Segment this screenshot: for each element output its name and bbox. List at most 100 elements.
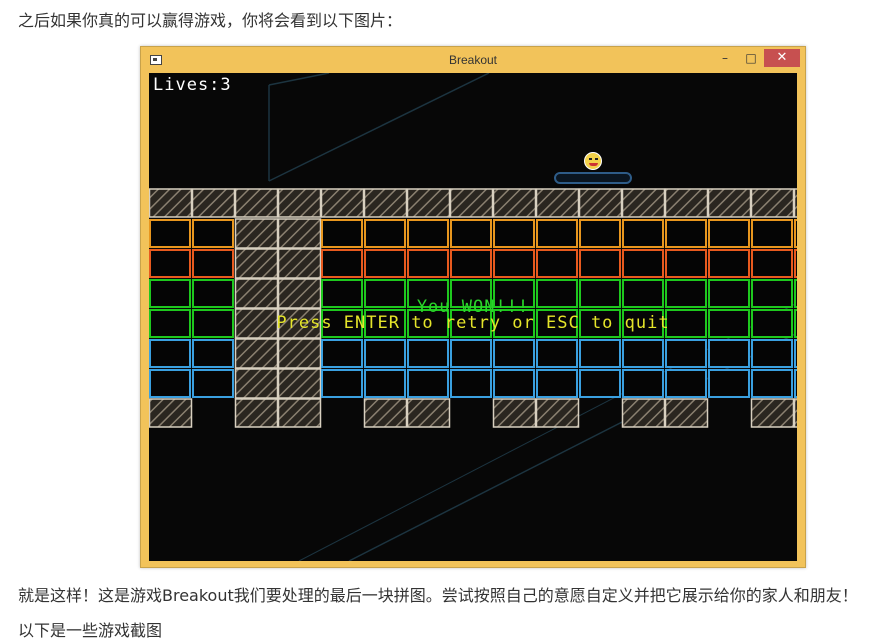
brick bbox=[665, 219, 707, 248]
solid-block bbox=[191, 188, 236, 218]
brick bbox=[751, 339, 793, 368]
close-button[interactable]: ✕ bbox=[764, 49, 800, 67]
minimize-button[interactable]: – bbox=[712, 49, 738, 67]
brick bbox=[364, 369, 406, 398]
brick bbox=[794, 219, 797, 248]
brick bbox=[149, 339, 191, 368]
brick bbox=[536, 369, 578, 398]
brick bbox=[579, 369, 621, 398]
maximize-button[interactable]: □ bbox=[738, 49, 764, 67]
brick bbox=[450, 249, 492, 278]
solid-block bbox=[664, 398, 709, 428]
brick bbox=[794, 369, 797, 398]
breakout-window: Breakout – □ ✕ Lives:3 You WON!!! Press … bbox=[140, 46, 806, 568]
brick bbox=[622, 339, 664, 368]
brick bbox=[622, 219, 664, 248]
brick bbox=[751, 219, 793, 248]
brick bbox=[450, 339, 492, 368]
brick bbox=[321, 369, 363, 398]
brick bbox=[493, 339, 535, 368]
solid-block bbox=[234, 338, 279, 369]
solid-block bbox=[277, 218, 322, 249]
brick bbox=[192, 369, 234, 398]
brick bbox=[708, 339, 750, 368]
solid-block bbox=[793, 188, 797, 218]
background-line bbox=[268, 73, 490, 182]
brick bbox=[407, 249, 449, 278]
brick bbox=[450, 369, 492, 398]
solid-block bbox=[363, 188, 408, 218]
solid-block bbox=[234, 368, 279, 399]
brick bbox=[407, 339, 449, 368]
solid-block bbox=[664, 188, 709, 218]
solid-block bbox=[535, 188, 580, 218]
brick bbox=[751, 369, 793, 398]
brick bbox=[794, 249, 797, 278]
brick bbox=[192, 339, 234, 368]
brick bbox=[493, 249, 535, 278]
brick bbox=[321, 249, 363, 278]
brick bbox=[708, 369, 750, 398]
solid-block bbox=[750, 398, 795, 428]
window-title: Breakout bbox=[448, 53, 498, 67]
intro-text: 之后如果你真的可以赢得游戏，你将会看到以下图片： bbox=[18, 11, 403, 30]
solid-block bbox=[492, 188, 537, 218]
solid-block bbox=[406, 188, 451, 218]
brick bbox=[536, 339, 578, 368]
solid-block bbox=[234, 218, 279, 249]
solid-block bbox=[492, 398, 537, 428]
solid-block bbox=[234, 398, 279, 428]
brick bbox=[622, 249, 664, 278]
brick bbox=[579, 249, 621, 278]
brick bbox=[708, 249, 750, 278]
solid-block bbox=[234, 188, 279, 218]
brick bbox=[579, 339, 621, 368]
brick bbox=[536, 249, 578, 278]
brick bbox=[364, 219, 406, 248]
brick bbox=[192, 249, 234, 278]
solid-block bbox=[277, 338, 322, 369]
brick bbox=[149, 219, 191, 248]
brick bbox=[493, 219, 535, 248]
brick bbox=[364, 249, 406, 278]
brick bbox=[665, 249, 707, 278]
solid-block bbox=[320, 188, 365, 218]
brick bbox=[622, 369, 664, 398]
solid-block bbox=[449, 188, 494, 218]
brick bbox=[708, 219, 750, 248]
solid-block bbox=[277, 398, 322, 428]
brick bbox=[450, 219, 492, 248]
solid-block bbox=[277, 188, 322, 218]
brick bbox=[407, 369, 449, 398]
brick bbox=[579, 219, 621, 248]
brick bbox=[149, 249, 191, 278]
solid-block bbox=[621, 188, 666, 218]
solid-block bbox=[578, 188, 623, 218]
background-line bbox=[268, 73, 330, 86]
solid-block bbox=[277, 368, 322, 399]
solid-block bbox=[149, 398, 193, 428]
brick bbox=[751, 249, 793, 278]
outro-text: 就是这样！这是游戏Breakout我们要处理的最后一块拼图。尝试按照自己的意愿自… bbox=[18, 586, 858, 605]
solid-block bbox=[621, 398, 666, 428]
brick bbox=[192, 219, 234, 248]
solid-block bbox=[149, 188, 193, 218]
solid-block bbox=[793, 398, 797, 428]
brick bbox=[493, 369, 535, 398]
solid-block bbox=[535, 398, 580, 428]
brick bbox=[321, 339, 363, 368]
face-ball bbox=[584, 152, 602, 170]
solid-block bbox=[277, 248, 322, 279]
solid-block bbox=[363, 398, 408, 428]
window-titlebar[interactable]: Breakout – □ ✕ bbox=[141, 47, 805, 73]
brick bbox=[407, 219, 449, 248]
brick bbox=[665, 369, 707, 398]
solid-block bbox=[234, 248, 279, 279]
brick bbox=[149, 369, 191, 398]
game-canvas[interactable]: Lives:3 You WON!!! Press ENTER to retry … bbox=[149, 73, 797, 561]
next-text: 以下是一些游戏截图 bbox=[18, 621, 163, 640]
brick bbox=[536, 219, 578, 248]
solid-block bbox=[406, 398, 451, 428]
brick bbox=[794, 339, 797, 368]
brick bbox=[665, 339, 707, 368]
